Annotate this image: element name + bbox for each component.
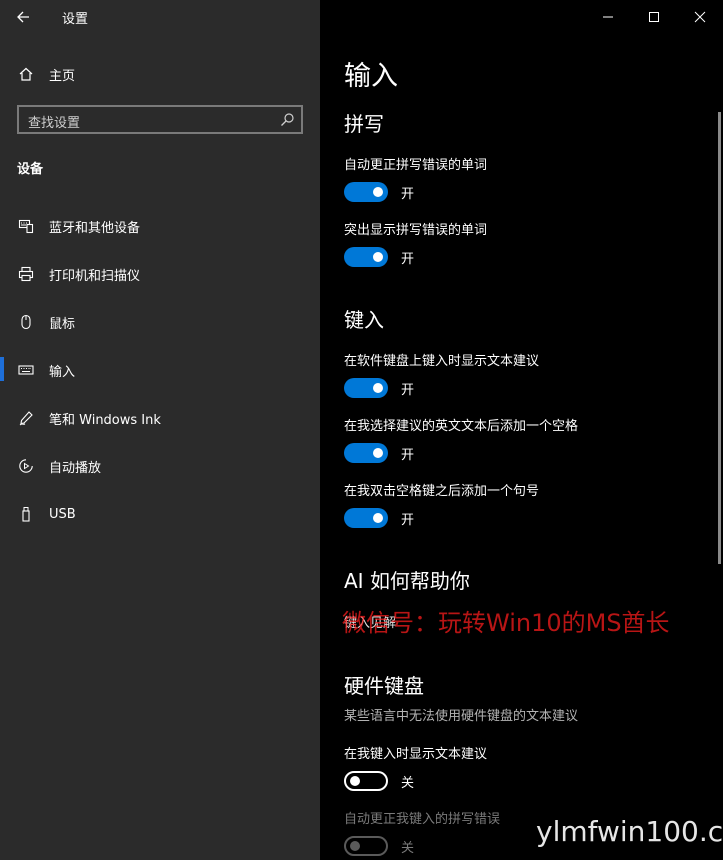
overlay-watermark: 微信号：玩转Win10的MS酋长 (342, 609, 670, 637)
section-heading-hardware-keyboard: 硬件键盘 (344, 674, 424, 698)
toggle-text-suggestions-soft-keyboard[interactable]: 开 (344, 377, 414, 399)
toggle-knob (350, 841, 360, 851)
search-icon (281, 113, 294, 126)
toggle-highlight-misspelled[interactable]: 开 (344, 246, 414, 268)
sidebar-item-bluetooth[interactable]: 蓝牙和其他设备 (0, 212, 140, 240)
sidebar-item-label: 蓝牙和其他设备 (49, 220, 141, 236)
toggle-switch[interactable] (344, 771, 388, 791)
sidebar-item-mouse[interactable]: 鼠标 (0, 308, 75, 336)
toggle-state-label: 关 (401, 775, 415, 791)
sidebar-section-label: 设备 (17, 162, 44, 177)
site-watermark: ylmfwin100.com (536, 815, 723, 848)
search-input[interactable]: 查找设置 (17, 105, 303, 134)
content-pane: 输入 拼写 自动更正拼写错误的单词 开 突出显示拼写错误的单词 开 键入 在软件… (320, 0, 723, 860)
toggle-state-label: 开 (401, 447, 415, 463)
sidebar-item-label: 输入 (49, 364, 76, 380)
toggle-switch (344, 836, 388, 856)
toggle-switch[interactable] (344, 247, 388, 267)
sidebar-item-autoplay[interactable]: 自动播放 (0, 452, 101, 480)
toggle-state-label: 开 (401, 382, 415, 398)
home-icon (17, 65, 35, 83)
toggle-knob (373, 448, 383, 458)
section-heading-typing: 键入 (344, 308, 384, 332)
setting-label: 自动更正拼写错误的单词 (344, 158, 488, 173)
toggle-knob (373, 252, 383, 262)
setting-label: 在软件键盘上键入时显示文本建议 (344, 354, 540, 369)
sidebar-item-usb[interactable]: USB (0, 500, 76, 528)
sidebar-home-label: 主页 (49, 68, 76, 84)
sidebar-item-printers[interactable]: 打印机和扫描仪 (0, 260, 140, 288)
section-heading-ai: AI 如何帮助你 (344, 569, 470, 593)
setting-label: 在我双击空格键之后添加一个句号 (344, 484, 540, 499)
maximize-button[interactable] (631, 0, 677, 34)
minimize-icon (603, 16, 613, 18)
printer-icon (17, 265, 35, 283)
keyboard-icon (17, 361, 35, 379)
app-title: 设置 (62, 12, 89, 27)
toggle-state-label: 关 (401, 840, 415, 856)
toggle-state-label: 开 (401, 512, 415, 528)
toggle-switch[interactable] (344, 443, 388, 463)
search-placeholder: 查找设置 (28, 116, 81, 131)
toggle-switch[interactable] (344, 182, 388, 202)
maximize-icon (649, 12, 659, 22)
back-button[interactable] (14, 6, 36, 28)
pen-icon (17, 409, 35, 427)
hardware-description: 某些语言中无法使用硬件键盘的文本建议 (344, 709, 579, 724)
toggle-autocorrect-spelling[interactable]: 开 (344, 181, 414, 203)
section-heading-spelling: 拼写 (344, 112, 384, 136)
setting-label: 自动更正我键入的拼写错误 (344, 812, 501, 827)
toggle-add-period[interactable]: 开 (344, 507, 414, 529)
setting-label: 突出显示拼写错误的单词 (344, 223, 488, 238)
sidebar-item-label: 自动播放 (49, 460, 102, 476)
toggle-hw-autocorrect: 关 (344, 835, 414, 857)
bluetooth-devices-icon (17, 217, 35, 235)
scrollbar[interactable] (718, 112, 721, 564)
sidebar-item-label: 打印机和扫描仪 (49, 268, 141, 284)
sidebar-item-typing[interactable]: 输入 (0, 356, 75, 384)
back-arrow-icon (17, 11, 29, 23)
close-button[interactable] (677, 0, 723, 34)
autoplay-icon (17, 457, 35, 475)
toggle-knob (373, 383, 383, 393)
sidebar-item-label: 笔和 Windows Ink (49, 412, 161, 428)
page-title: 输入 (344, 61, 398, 92)
toggle-knob (350, 776, 360, 786)
close-icon (694, 11, 706, 23)
toggle-state-label: 开 (401, 251, 415, 267)
toggle-switch[interactable] (344, 508, 388, 528)
toggle-knob (373, 513, 383, 523)
minimize-button[interactable] (585, 0, 631, 34)
toggle-switch[interactable] (344, 378, 388, 398)
sidebar: 设置 主页 查找设置 设备 蓝牙和其他设备 打印机和扫描仪 鼠标 输入 笔和 W… (0, 0, 320, 860)
toggle-state-label: 开 (401, 186, 415, 202)
toggle-hw-text-suggestions[interactable]: 关 (344, 770, 414, 792)
setting-label: 在我键入时显示文本建议 (344, 747, 488, 762)
setting-label: 在我选择建议的英文文本后添加一个空格 (344, 419, 579, 434)
usb-icon (17, 505, 35, 523)
toggle-knob (373, 187, 383, 197)
sidebar-home[interactable]: 主页 (0, 60, 75, 88)
sidebar-item-pen[interactable]: 笔和 Windows Ink (0, 404, 161, 432)
sidebar-item-label: 鼠标 (49, 316, 76, 332)
mouse-icon (17, 313, 35, 331)
toggle-add-space[interactable]: 开 (344, 442, 414, 464)
sidebar-item-label: USB (49, 506, 76, 522)
